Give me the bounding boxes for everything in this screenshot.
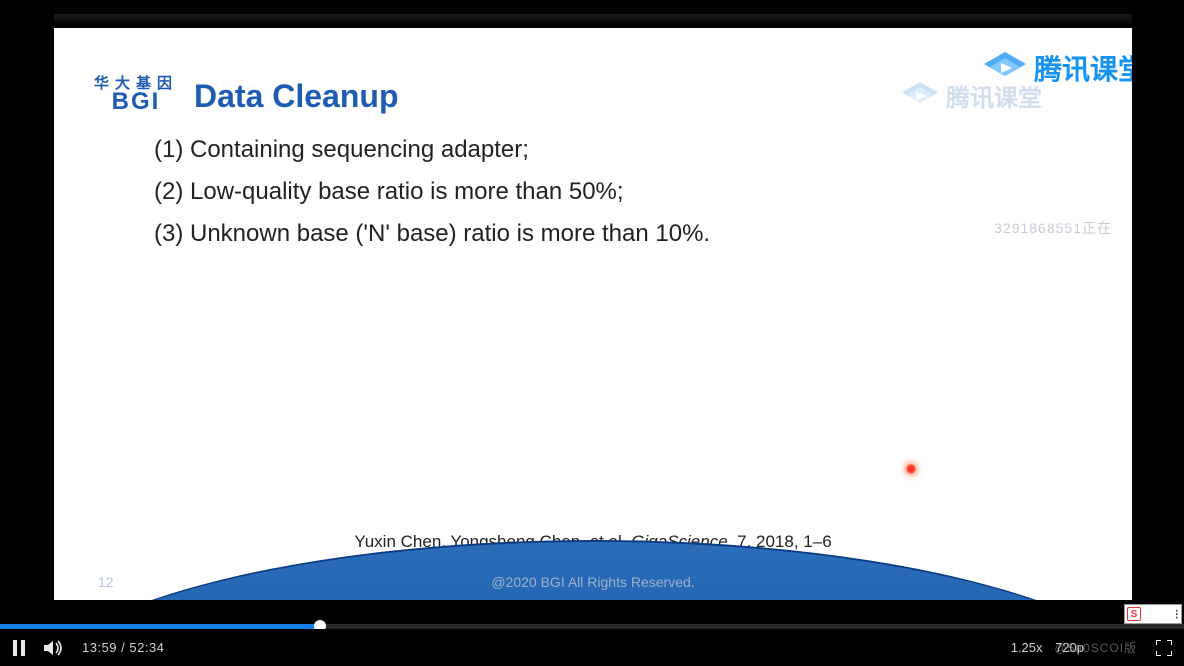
fullscreen-button[interactable] (1156, 640, 1172, 656)
time-display: 13:59 / 52:34 (82, 640, 164, 655)
bullet-1: (1) Containing sequencing adapter; (154, 136, 710, 164)
bullet-2: (2) Low-quality base ratio is more than … (154, 178, 710, 206)
video-top-shade (54, 14, 1132, 26)
ime-menu-icon[interactable]: ⁝ (1175, 611, 1179, 617)
slide-bullets: (1) Containing sequencing adapter; (2) L… (154, 136, 710, 262)
quality-button[interactable]: 720p (1055, 640, 1084, 655)
bullet-3: (3) Unknown base ('N' base) ratio is mor… (154, 220, 710, 248)
speed-button[interactable]: 1.25x (1011, 640, 1043, 655)
volume-icon (44, 640, 64, 656)
copyright: @2020 BGI All Rights Reserved. (54, 574, 1132, 590)
slide-number: 12 (98, 574, 114, 590)
pause-icon (12, 640, 26, 656)
bgi-logo: 华大基因 BGI (94, 76, 178, 113)
volume-button[interactable] (44, 640, 64, 656)
watermark-icon (900, 80, 940, 112)
logo-en: BGI (112, 91, 161, 113)
watermark-text: 腾讯课堂 (1034, 48, 1132, 88)
ime-popup[interactable]: S ⁝ (1124, 604, 1182, 624)
slide: 华大基因 BGI Data Cleanup (1) Containing seq… (54, 28, 1132, 600)
user-watermark: 3291868551正在 (994, 218, 1112, 238)
tencent-ketang-watermark-back: 腾讯课堂 (900, 78, 1042, 113)
player-controls: 13:59 / 52:34 1.25x @5a0SCOI版 720p (0, 629, 1184, 666)
slide-title: Data Cleanup (194, 78, 398, 115)
ime-letter: S (1127, 607, 1141, 621)
laser-pointer-dot (906, 464, 916, 474)
watermark-text: 腾讯课堂 (946, 78, 1042, 113)
fullscreen-icon (1156, 640, 1172, 656)
pause-button[interactable] (12, 640, 26, 656)
video-area: 华大基因 BGI Data Cleanup (1) Containing seq… (54, 28, 1132, 600)
